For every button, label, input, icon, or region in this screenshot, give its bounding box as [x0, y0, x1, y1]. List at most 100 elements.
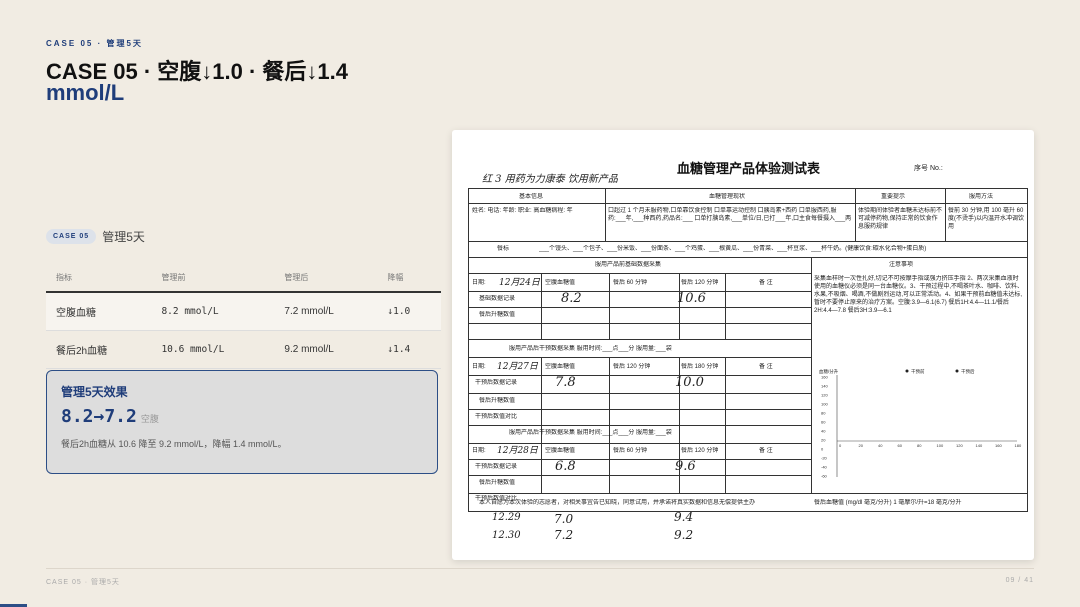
hw-post-3: 9.6: [675, 459, 696, 474]
mini-chart-y-tick: -40: [821, 465, 828, 470]
consent-text: 本人自愿为本次体验的志愿者，对相关事宜告已知晓，同意试用，并承诺将真实数据和信息…: [479, 500, 756, 506]
mini-chart-x-tick: 60: [898, 443, 903, 448]
legend-marker-before: [905, 369, 909, 373]
effect-value: 8.2→7.2 空腹: [61, 406, 423, 427]
section-base-collect: 服用产品前基础数据采集: [595, 262, 662, 268]
cell-drop: ↓1.0: [377, 292, 441, 331]
mini-chart-y-tick: 160: [821, 375, 828, 380]
mini-chart-y-tick: 20: [821, 438, 826, 443]
effect-value-number: 8.2→7.2: [61, 406, 137, 427]
mini-chart-y-tick: 60: [821, 420, 826, 425]
col-120: 餐后 120 分钟: [681, 280, 719, 286]
footer-divider: [46, 568, 1034, 569]
mini-chart-x-tick: 40: [878, 443, 883, 448]
table-header-row: 指标 管理前 管理后 降幅: [46, 266, 441, 293]
mini-chart-y-tick: 140: [821, 384, 828, 389]
case-tag-text: 管理5天: [102, 230, 145, 244]
mini-chart-x-tick: 140: [976, 443, 983, 448]
hw-post-1: 10.6: [677, 291, 706, 306]
mini-chart-y-tick: -20: [821, 456, 828, 461]
row-label: 餐后升糖数值: [479, 312, 516, 318]
cell-after: 7.2 mmol/L: [274, 292, 378, 331]
mini-chart-y-tick: 80: [821, 411, 826, 416]
usage-text: 餐前 30 分钟,用 100 毫升 60 度(不烫手)以内温开水冲调饮用: [948, 208, 1024, 230]
notes-text: 采集血样时一次性扎好,切记不可按摩手指或强力挤压手指 2、两次采集血液时使用的血…: [814, 276, 1024, 314]
case-tag: CASE 05 管理5天: [46, 228, 145, 245]
mini-chart-x-tick: 100: [937, 443, 944, 448]
hw-post-2: 10.0: [675, 375, 704, 390]
mini-chart: 160 140 120 100 80 60 40 20 0 -20 -40 -60 0 20 40 60 80 1…: [819, 368, 1022, 479]
th-metric: 指标: [46, 266, 152, 293]
hw-fasting-2: 7.8: [555, 375, 576, 390]
page-title-unit: mmol/L: [46, 80, 125, 105]
hw-extra-date-1: 12.29: [492, 512, 521, 523]
effect-card: 管理5天效果 8.2→7.2 空腹 餐后2h血糖从 10.6 降至 9.2 mmo…: [46, 370, 438, 474]
status-text: 口超过 1 个月未服药物,口单靠饮食控制 口单靠运动控制 口胰岛素+西药 口单服…: [608, 208, 852, 222]
mini-chart-x-tick: 0: [839, 443, 842, 448]
mini-chart-x-tick: 160: [995, 443, 1002, 448]
hw-extra-post-1: 9.4: [674, 510, 694, 524]
info-fields: 姓名: 电话: 年龄: 职业: 高血糖病程: 年: [472, 208, 573, 214]
mini-chart-x-tick: 180: [1015, 443, 1022, 448]
unit-note: 餐后血糖值 (mg/dl 毫克/分升) 1 毫摩尔/升=18 毫克/分升: [814, 500, 962, 506]
case-pill: CASE 05: [46, 229, 97, 244]
section-tips: 重要提示: [881, 194, 906, 200]
col-120: 餐后 120 分钟: [613, 364, 651, 370]
mini-chart-x-tick: 80: [917, 443, 922, 448]
effect-value-label: 空腹: [140, 414, 159, 424]
hw-extra-fasting-1: 7.0: [554, 512, 574, 526]
hw-extra-post-2: 9.2: [674, 528, 694, 542]
hw-fasting-1: 8.2: [561, 291, 582, 306]
col-fasting: 空腹血糖值: [545, 448, 576, 454]
col-fasting: 空腹血糖值: [545, 364, 576, 370]
col-fasting: 空腹血糖值: [545, 280, 576, 286]
handwritten-note: 红 3 用药为力康泰 饮用新产品: [482, 174, 618, 185]
mini-chart-y-tick: 100: [821, 402, 828, 407]
row-label: 干预后数据记录: [475, 380, 518, 386]
row-label: 干预后数据记录: [475, 464, 518, 470]
comparison-table: 指标 管理前 管理后 降幅 空腹血糖 8.2 mmol/L 7.2 mmol/L…: [46, 266, 441, 369]
section-notes: 注意事项: [889, 262, 914, 268]
legend-marker-after: [955, 369, 959, 373]
meal-text: ___个馒头、___个包子、___份米饭、___份面条、___个鸡蛋、___根黄…: [539, 246, 927, 252]
col-120: 餐后 120 分钟: [681, 448, 719, 454]
th-after: 管理后: [274, 266, 378, 293]
th-before: 管理前: [151, 266, 275, 293]
effect-heading: 管理5天效果: [61, 385, 128, 399]
col-60: 餐后 60 分钟: [613, 448, 648, 454]
legend-before: 干预前: [911, 368, 925, 375]
cell-drop: ↓1.4: [377, 330, 441, 369]
form-table: 基本信息 血糖管理现状 重要提示 服用方法 姓名: 电话: 年龄: 职业: 高血…: [468, 188, 1028, 512]
cell-metric: 餐后2h血糖: [46, 330, 152, 369]
form-title: 血糖管理产品体验测试表: [677, 162, 821, 177]
hw-extra-fasting-2: 7.2: [554, 528, 574, 542]
date-label: 日期:: [472, 364, 486, 370]
mini-chart-y-tick: 0: [821, 447, 824, 452]
hw-extra-date-2: 12.30: [492, 530, 521, 541]
section-intervene-1: 服用产品后干预数据采集 服用时间:___点___分 服用量:___袋: [509, 346, 672, 352]
effect-description: 餐后2h血糖从 10.6 降至 9.2 mmol/L，降幅 1.4 mmol/L…: [61, 439, 287, 449]
hw-date-3: 12月28日: [497, 446, 538, 456]
mini-chart-y-tick: 120: [821, 393, 828, 398]
table-row: 空腹血糖 8.2 mmol/L 7.2 mmol/L ↓1.0: [46, 292, 441, 331]
row-label: 餐后升糖数值: [479, 480, 516, 486]
section-intervene-2: 服用产品后干预数据采集 服用时间:___点___分 服用量:___袋: [509, 430, 672, 436]
hw-date-1: 12月24日: [499, 278, 540, 288]
section-status: 血糖管理现状: [709, 194, 746, 200]
hw-fasting-3: 6.8: [555, 459, 576, 474]
row-label: 干预后数值对比: [475, 414, 518, 420]
th-drop: 降幅: [377, 266, 441, 293]
table-row: 餐后2h血糖 10.6 mmol/L 9.2 mmol/L ↓1.4: [46, 330, 441, 369]
mini-chart-y-tick: -60: [821, 474, 828, 479]
section-usage: 服用方法: [969, 194, 994, 200]
cell-after: 9.2 mmol/L: [274, 330, 378, 369]
cell-before: 8.2 mmol/L: [151, 292, 275, 331]
mini-chart-x-tick: 20: [859, 443, 864, 448]
page-number: 09 / 41: [1005, 577, 1034, 584]
test-form-photo: 红 3 用药为力康泰 饮用新产品 血糖管理产品体验测试表 序号 No.: 基本信…: [452, 130, 1034, 560]
col-note: 备 注: [759, 448, 773, 454]
mini-chart-y-tick: 40: [821, 429, 826, 434]
col-note: 备 注: [759, 280, 773, 286]
footer-left: CASE 05 · 管理5天: [46, 579, 120, 586]
meal-label: 餐标: [497, 246, 510, 252]
